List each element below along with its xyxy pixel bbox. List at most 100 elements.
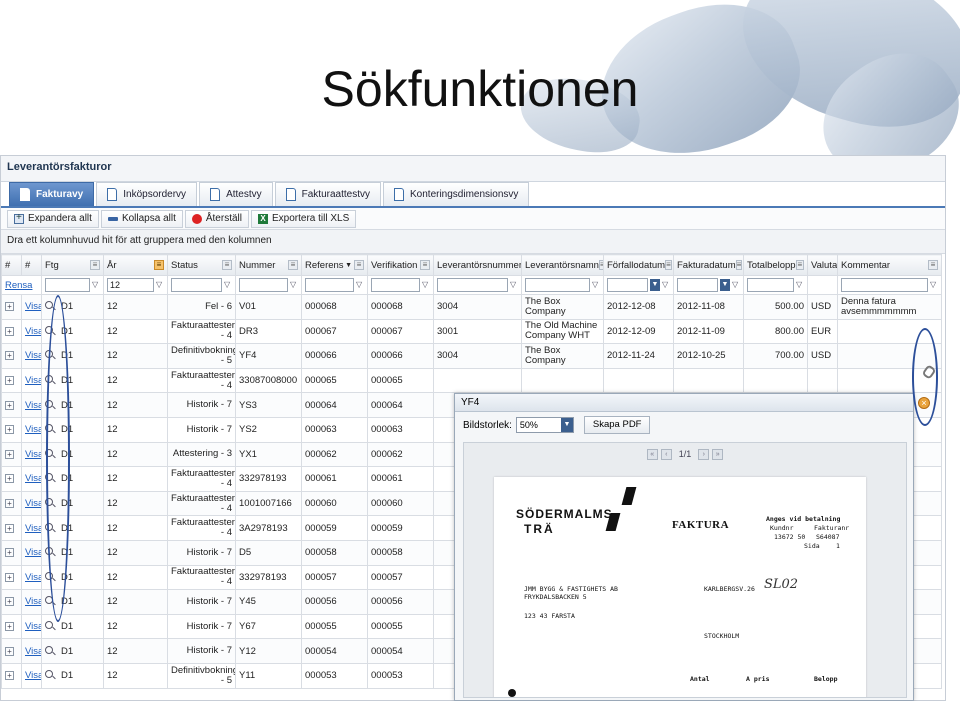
filter-input-fakturadatum[interactable] — [677, 278, 718, 292]
column-header-ar[interactable]: År ≡ — [103, 254, 168, 276]
next-page-icon[interactable]: › — [698, 448, 710, 460]
expand-row-icon[interactable]: + — [5, 572, 14, 582]
tab-inkopsordervy[interactable]: Inköpsordervy — [96, 182, 198, 206]
column-header-totalbelopp[interactable]: Totalbelopp ≡ — [743, 254, 808, 276]
column-menu-icon[interactable]: ≡ — [288, 260, 298, 270]
column-menu-icon[interactable]: ≡ — [735, 260, 743, 270]
filter-icon[interactable]: ▽ — [92, 280, 100, 290]
column-header-status[interactable]: Status ≡ — [167, 254, 236, 276]
column-header-valuta[interactable]: Valuta — [807, 254, 838, 276]
date-picker-icon[interactable]: ▼ — [650, 279, 660, 291]
tab-konteringsdimensionsvy[interactable]: Konteringsdimensionsvy — [383, 182, 530, 206]
expand-row-icon[interactable]: + — [5, 523, 14, 533]
table-row[interactable]: +VisaD112Fakturaattestering - 4330870080… — [1, 367, 942, 394]
expand-row-icon[interactable]: + — [5, 622, 14, 632]
filter-icon[interactable]: ▽ — [662, 280, 670, 290]
column-menu-icon[interactable]: ≡ — [90, 260, 100, 270]
expand-row-icon[interactable]: + — [5, 302, 14, 312]
filter-icon[interactable]: ▽ — [592, 280, 600, 290]
filter-icon[interactable]: ▽ — [732, 280, 740, 290]
clear-filter-link[interactable]: Rensa — [5, 280, 32, 291]
chevron-down-icon[interactable]: ▼ — [560, 418, 573, 432]
search-icon[interactable] — [45, 645, 53, 654]
prev-page-icon[interactable]: ‹ — [660, 448, 672, 460]
table-row[interactable]: + Visa D1 12 Fel - 6 V01 000068 000068 3004 The B… — [1, 294, 942, 320]
column-menu-icon[interactable]: ≡ — [928, 260, 938, 270]
visa-link[interactable]: Visa — [25, 473, 41, 484]
column-menu-icon[interactable]: ≡ — [154, 260, 164, 270]
filter-input-ar[interactable]: 12 — [107, 278, 154, 292]
filter-icon[interactable]: ▽ — [224, 280, 232, 290]
column-header-nummer[interactable]: Nummer ≡ — [235, 254, 302, 276]
filter-input-referens[interactable] — [305, 278, 354, 292]
visa-link[interactable]: Visa — [25, 670, 41, 681]
group-drop-area[interactable]: Dra ett kolumnhuvud hit för att gruppera… — [1, 230, 945, 254]
search-icon[interactable] — [45, 301, 53, 310]
collapse-all-button[interactable]: Kollapsa allt — [100, 209, 183, 228]
visa-link[interactable]: Visa — [25, 301, 41, 312]
expand-row-icon[interactable]: + — [5, 400, 14, 410]
reset-button[interactable]: Återställ — [184, 209, 249, 228]
expand-row-icon[interactable]: + — [5, 499, 14, 509]
column-header-leverantorsnamn[interactable]: Leverantörsnamn≡ — [521, 254, 604, 276]
filter-input-totalbelopp[interactable] — [747, 278, 794, 292]
expand-row-icon[interactable]: + — [5, 449, 14, 459]
expand-row-icon[interactable]: + — [5, 351, 14, 361]
column-menu-icon[interactable]: ≡ — [222, 260, 232, 270]
first-page-icon[interactable]: « — [646, 448, 658, 460]
column-header-ftg[interactable]: Ftg ≡ — [41, 254, 104, 276]
date-picker-icon[interactable]: ▼ — [720, 279, 730, 291]
expand-row-icon[interactable]: + — [5, 326, 14, 336]
search-icon[interactable] — [45, 670, 53, 679]
column-menu-icon[interactable]: ≡ — [420, 260, 430, 270]
zoom-select[interactable]: 50% ▼ — [515, 417, 574, 433]
column-header-fakturadatum[interactable]: Fakturadatum ≡ — [673, 254, 744, 276]
filter-icon[interactable]: ▽ — [796, 280, 804, 290]
table-row[interactable]: +VisaD112Fakturaattestering - 4DR3000067… — [1, 318, 942, 345]
filter-input-ftg[interactable] — [45, 278, 90, 292]
column-header-leverantorsnummer[interactable]: Leverantörsnummer≡ — [433, 254, 522, 276]
filter-icon[interactable]: ▽ — [510, 280, 518, 290]
filter-input-leverantorsnamn[interactable] — [525, 278, 590, 292]
table-row[interactable]: + Visa D1 12 Definitivbokning - 5 YF4 000066 00… — [1, 343, 942, 369]
filter-input-verifikation[interactable] — [371, 278, 420, 292]
column-menu-icon[interactable]: ≡ — [665, 260, 672, 270]
visa-link[interactable]: Visa — [25, 375, 41, 386]
expand-row-icon[interactable]: + — [5, 376, 14, 386]
last-page-icon[interactable]: » — [712, 448, 724, 460]
expand-row-icon[interactable]: + — [5, 646, 14, 656]
visa-link[interactable]: Visa — [25, 449, 41, 460]
expand-row-icon[interactable]: + — [5, 597, 14, 607]
filter-input-status[interactable] — [171, 278, 222, 292]
column-header-hash-2[interactable]: # — [21, 254, 42, 276]
column-header-referens[interactable]: Referens ▼ ≡ — [301, 254, 368, 276]
filter-icon[interactable]: ▽ — [356, 280, 364, 290]
create-pdf-button[interactable]: Skapa PDF — [583, 416, 651, 434]
filter-input-nummer[interactable] — [239, 278, 288, 292]
column-header-kommentar[interactable]: Kommentar ≡ — [837, 254, 942, 276]
export-xls-button[interactable]: X Exportera till XLS — [250, 209, 357, 228]
visa-link[interactable]: Visa — [25, 621, 41, 632]
filter-icon[interactable]: ▽ — [422, 280, 430, 290]
visa-link[interactable]: Visa — [25, 326, 41, 337]
filter-icon[interactable]: ▽ — [156, 280, 164, 290]
visa-link[interactable]: Visa — [25, 498, 41, 509]
filter-icon[interactable]: ▽ — [930, 280, 938, 290]
visa-link[interactable]: Visa — [25, 400, 41, 411]
expand-all-button[interactable]: Expandera allt — [7, 209, 99, 228]
expand-row-icon[interactable]: + — [5, 671, 14, 681]
visa-link[interactable]: Visa — [25, 572, 41, 583]
expand-row-icon[interactable]: + — [5, 548, 14, 558]
filter-input-kommentar[interactable] — [841, 278, 928, 292]
tab-fakturaattestvy[interactable]: Fakturaattestvy — [274, 182, 381, 206]
filter-input-leverantorsnummer[interactable] — [437, 278, 508, 292]
visa-link[interactable]: Visa — [25, 523, 41, 534]
expand-row-icon[interactable]: + — [5, 474, 14, 484]
tab-attestvy[interactable]: Attestvy — [199, 182, 273, 206]
filter-icon[interactable]: ▽ — [290, 280, 298, 290]
column-menu-icon[interactable]: ≡ — [795, 260, 804, 270]
tab-fakturavy[interactable]: Fakturavy — [9, 182, 95, 206]
expand-row-icon[interactable]: + — [5, 425, 14, 435]
column-header-hash[interactable]: # — [1, 254, 22, 276]
visa-link[interactable]: Visa — [25, 350, 41, 361]
